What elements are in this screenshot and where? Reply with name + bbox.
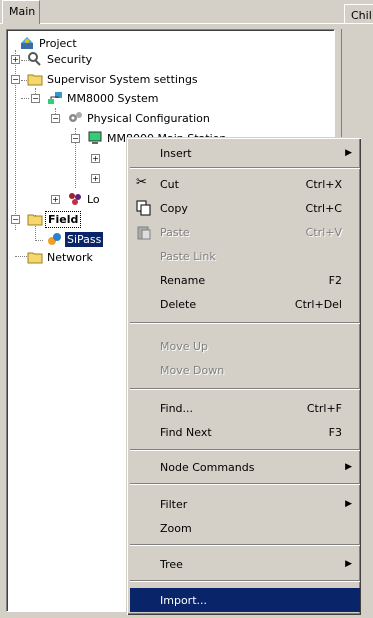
tree-node-sipass[interactable]: SiPass: [47, 230, 104, 248]
expand-plus-icon[interactable]: +: [11, 55, 20, 64]
folder-icon: [27, 252, 43, 264]
expand-plus-icon[interactable]: +: [91, 174, 100, 183]
menu-separator: [130, 544, 360, 546]
submenu-arrow-icon: ▶: [345, 559, 352, 569]
tree-node-mm8000-system[interactable]: MM8000 System: [47, 89, 161, 107]
computer-network-icon: [48, 92, 62, 104]
menu-item-tree[interactable]: Tree ▶: [130, 552, 360, 576]
menu-label: Node Commands: [160, 460, 255, 474]
menu-separator: [130, 388, 360, 390]
tab-child[interactable]: Chil: [344, 4, 373, 24]
expand-minus-icon[interactable]: −: [51, 114, 60, 123]
tree-node-label: MM8000 System: [67, 91, 159, 105]
tree-node-security[interactable]: Security: [27, 50, 94, 68]
tab-main[interactable]: Main: [2, 0, 40, 24]
tree-node-label: SiPass: [65, 231, 104, 247]
expand-minus-icon[interactable]: −: [71, 134, 80, 143]
tree-node-label: Network: [47, 250, 93, 264]
expand-minus-icon[interactable]: −: [11, 75, 20, 84]
submenu-arrow-icon: ▶: [345, 148, 352, 158]
menu-label: Move Up: [160, 339, 209, 353]
menu-label: Rename: [160, 273, 206, 287]
logic-icon: [69, 193, 81, 205]
menu-item-delete[interactable]: Delete Ctrl+Del: [130, 292, 360, 316]
menu-shortcut: Ctrl+X: [305, 177, 342, 191]
computer-icon: [88, 131, 102, 144]
menu-shortcut: Ctrl+Del: [294, 297, 342, 311]
tree-node-field[interactable]: Field: [27, 210, 82, 228]
menu-item-copy[interactable]: Copy Ctrl+C: [130, 196, 360, 220]
menu-label: Cut: [160, 177, 179, 191]
menu-label: Delete: [160, 297, 197, 311]
menu-item-move-up[interactable]: Move Up: [130, 334, 360, 358]
menu-label: Move Down: [160, 363, 225, 377]
menu-shortcut: Ctrl+F: [306, 401, 342, 415]
tree-node-network[interactable]: Network: [27, 248, 95, 266]
menu-label: Copy: [160, 201, 188, 215]
expand-minus-icon[interactable]: −: [31, 94, 40, 103]
folder-icon: [27, 214, 43, 226]
tab-strip: [0, 23, 373, 25]
expand-plus-icon[interactable]: +: [91, 154, 100, 163]
menu-item-cut[interactable]: ✂ Cut Ctrl+X: [130, 172, 360, 196]
tree-node-label: Supervisor System settings: [47, 72, 198, 86]
menu-separator: [130, 322, 360, 324]
tree-node-label: Project: [39, 36, 77, 50]
menu-shortcut: Ctrl+C: [305, 201, 342, 215]
tree-node-physical-configuration[interactable]: Physical Configuration: [67, 109, 212, 127]
paste-icon: [137, 226, 151, 240]
context-menu: Insert ▶ ✂ Cut Ctrl+X Copy Ctrl+C Paste …: [126, 137, 362, 616]
tree-line: [35, 240, 43, 241]
menu-label: Import...: [160, 593, 207, 607]
menu-item-insert[interactable]: Insert ▶: [130, 141, 360, 165]
project-icon: [21, 37, 33, 49]
menu-separator: [130, 449, 360, 451]
submenu-arrow-icon: ▶: [345, 462, 352, 472]
tree-node-label: Lo: [87, 192, 100, 206]
menu-label: Filter: [160, 497, 188, 511]
menu-item-rename[interactable]: Rename F2: [130, 268, 360, 292]
menu-separator: [130, 580, 360, 582]
tree-node-label: Security: [47, 52, 93, 66]
security-keys-icon: [28, 52, 41, 66]
menu-item-paste[interactable]: Paste Ctrl+V: [130, 220, 360, 244]
folder-icon: [27, 74, 43, 86]
menu-item-find[interactable]: Find... Ctrl+F: [130, 396, 360, 420]
menu-label: Zoom: [160, 521, 192, 535]
scissors-icon: ✂: [136, 175, 147, 190]
menu-shortcut: F2: [328, 273, 342, 287]
menu-label: Find...: [160, 401, 194, 415]
tab-child-label: Chil: [351, 9, 372, 22]
menu-label: Paste: [160, 225, 190, 239]
menu-shortcut: F3: [328, 425, 342, 439]
menu-separator: [130, 167, 360, 169]
menu-separator: [130, 483, 360, 485]
tab-main-label: Main: [9, 5, 36, 18]
expand-plus-icon[interactable]: +: [51, 195, 60, 204]
tree-line: [21, 98, 29, 99]
expand-minus-icon[interactable]: −: [11, 215, 20, 224]
tree-node-label: Physical Configuration: [87, 111, 210, 125]
menu-label: Find Next: [160, 425, 212, 439]
menu-item-find-next[interactable]: Find Next F3: [130, 420, 360, 444]
menu-item-filter[interactable]: Filter ▶: [130, 492, 360, 516]
tree-node-label: Field: [45, 210, 82, 228]
menu-item-move-down[interactable]: Move Down: [130, 358, 360, 382]
menu-item-paste-link[interactable]: Paste Link: [130, 244, 360, 268]
copy-icon: [136, 200, 151, 216]
menu-item-zoom[interactable]: Zoom: [130, 516, 360, 540]
menu-item-import[interactable]: Import...: [130, 588, 360, 612]
menu-item-node-commands[interactable]: Node Commands ▶: [130, 455, 360, 479]
menu-label: Tree: [160, 557, 183, 571]
menu-label: Paste Link: [160, 249, 216, 263]
tree-node-lo[interactable]: Lo: [67, 190, 102, 208]
submenu-arrow-icon: ▶: [345, 499, 352, 509]
gears-icon: [69, 112, 82, 122]
menu-label: Insert: [160, 146, 192, 160]
tree-node-supervisor-settings[interactable]: Supervisor System settings: [27, 70, 200, 88]
sipass-icon: [48, 233, 61, 245]
menu-shortcut: Ctrl+V: [305, 225, 342, 239]
